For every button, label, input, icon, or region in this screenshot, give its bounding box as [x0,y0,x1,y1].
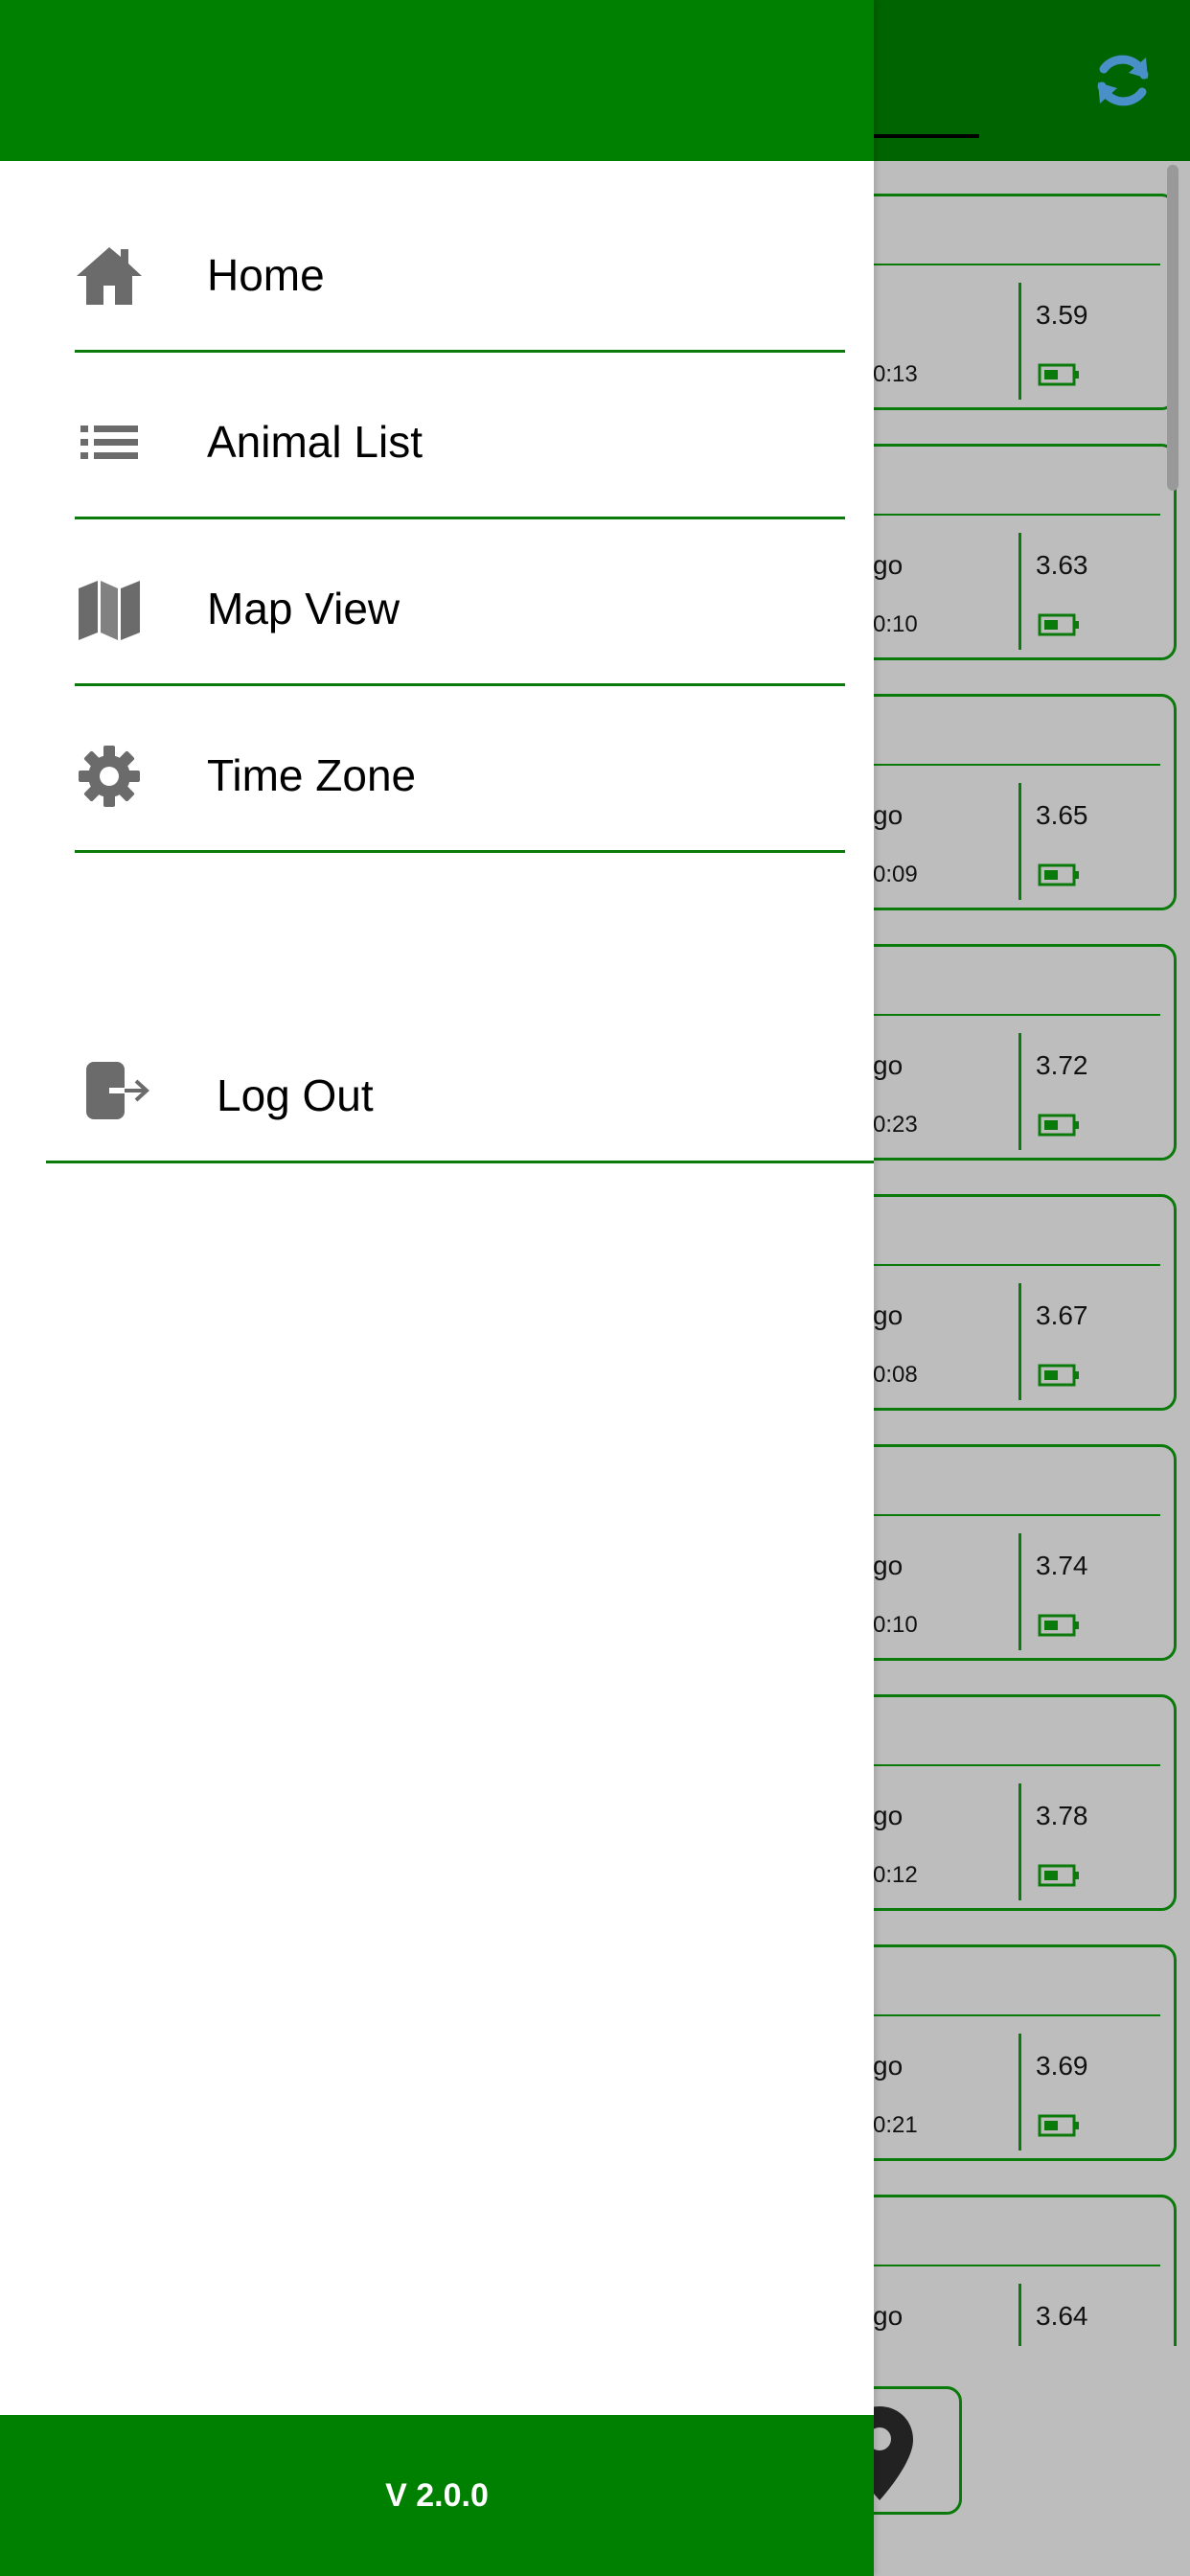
divider [1018,1533,1021,1650]
battery-voltage: 3.59 [1036,300,1088,330]
battery-voltage: 3.78 [1036,1801,1088,1830]
timestamp: 0:23 [873,1112,918,1138]
divider [75,850,845,853]
logout-button[interactable]: Log Out [46,1012,874,1163]
home-icon [77,247,142,305]
battery-voltage: 3.65 [1036,800,1088,830]
last-seen-text: go [873,550,904,580]
divider [75,350,845,353]
tab-indicator [874,134,979,138]
divider [1018,783,1021,900]
last-seen-text: go [873,2051,904,2081]
map-icon [79,581,140,640]
menu-item-animal-list[interactable]: Animal List [75,355,845,519]
last-seen-text: go [873,1300,904,1330]
logout-icon [86,1062,149,1119]
logout-label: Log Out [217,1070,374,1120]
menu-item-label: Time Zone [207,750,417,800]
last-seen-text: go [873,2301,904,2331]
battery-voltage: 3.74 [1036,1551,1088,1580]
timestamp: 0:13 [873,361,918,387]
battery-icon [1038,1364,1079,1387]
battery-icon [1038,863,1079,886]
battery-voltage: 3.63 [1036,550,1088,580]
menu-item-label: Home [207,250,325,300]
battery-icon [1038,1614,1079,1637]
navigation-drawer: Home Animal List Map View Time Zone Log … [0,0,874,2576]
menu-item-time-zone[interactable]: Time Zone [75,688,845,853]
divider [1018,2284,1021,2346]
divider [1018,1283,1021,1400]
last-seen-text: go [873,1551,904,1580]
battery-voltage: 3.69 [1036,2051,1088,2081]
battery-voltage: 3.67 [1036,1300,1088,1330]
list-icon [80,426,138,459]
last-seen-text: go [873,800,904,830]
divider [1018,1033,1021,1150]
drawer-footer: V 2.0.0 [0,2415,874,2576]
timestamp: 0:10 [873,1612,918,1638]
divider [46,1161,874,1163]
menu-item-home[interactable]: Home [75,188,845,353]
gear-icon [79,746,140,807]
timestamp: 0:12 [873,1862,918,1888]
timestamp: 0:08 [873,1362,918,1388]
battery-icon [1038,363,1079,386]
last-seen-text: go [873,1050,904,1080]
battery-icon [1038,613,1079,636]
timestamp: 0:09 [873,862,918,887]
last-seen-text: go [873,1801,904,1830]
divider [1018,533,1021,650]
battery-icon [1038,2114,1079,2137]
battery-voltage: 3.72 [1036,1050,1088,1080]
menu-item-label: Map View [207,584,400,633]
battery-icon [1038,1114,1079,1137]
divider [75,683,845,686]
divider [1018,1783,1021,1900]
divider [1018,283,1021,400]
timestamp: 0:21 [873,2112,918,2138]
drawer-header [0,0,874,161]
battery-voltage: 3.64 [1036,2301,1088,2331]
divider [75,517,845,519]
timestamp: 0:10 [873,611,918,637]
menu-item-map-view[interactable]: Map View [75,521,845,686]
divider [1018,2034,1021,2150]
battery-icon [1038,1864,1079,1887]
refresh-icon[interactable] [1088,46,1157,115]
menu-item-label: Animal List [207,417,423,467]
scrollbar[interactable] [1167,165,1179,491]
app-version: V 2.0.0 [385,2476,489,2514]
